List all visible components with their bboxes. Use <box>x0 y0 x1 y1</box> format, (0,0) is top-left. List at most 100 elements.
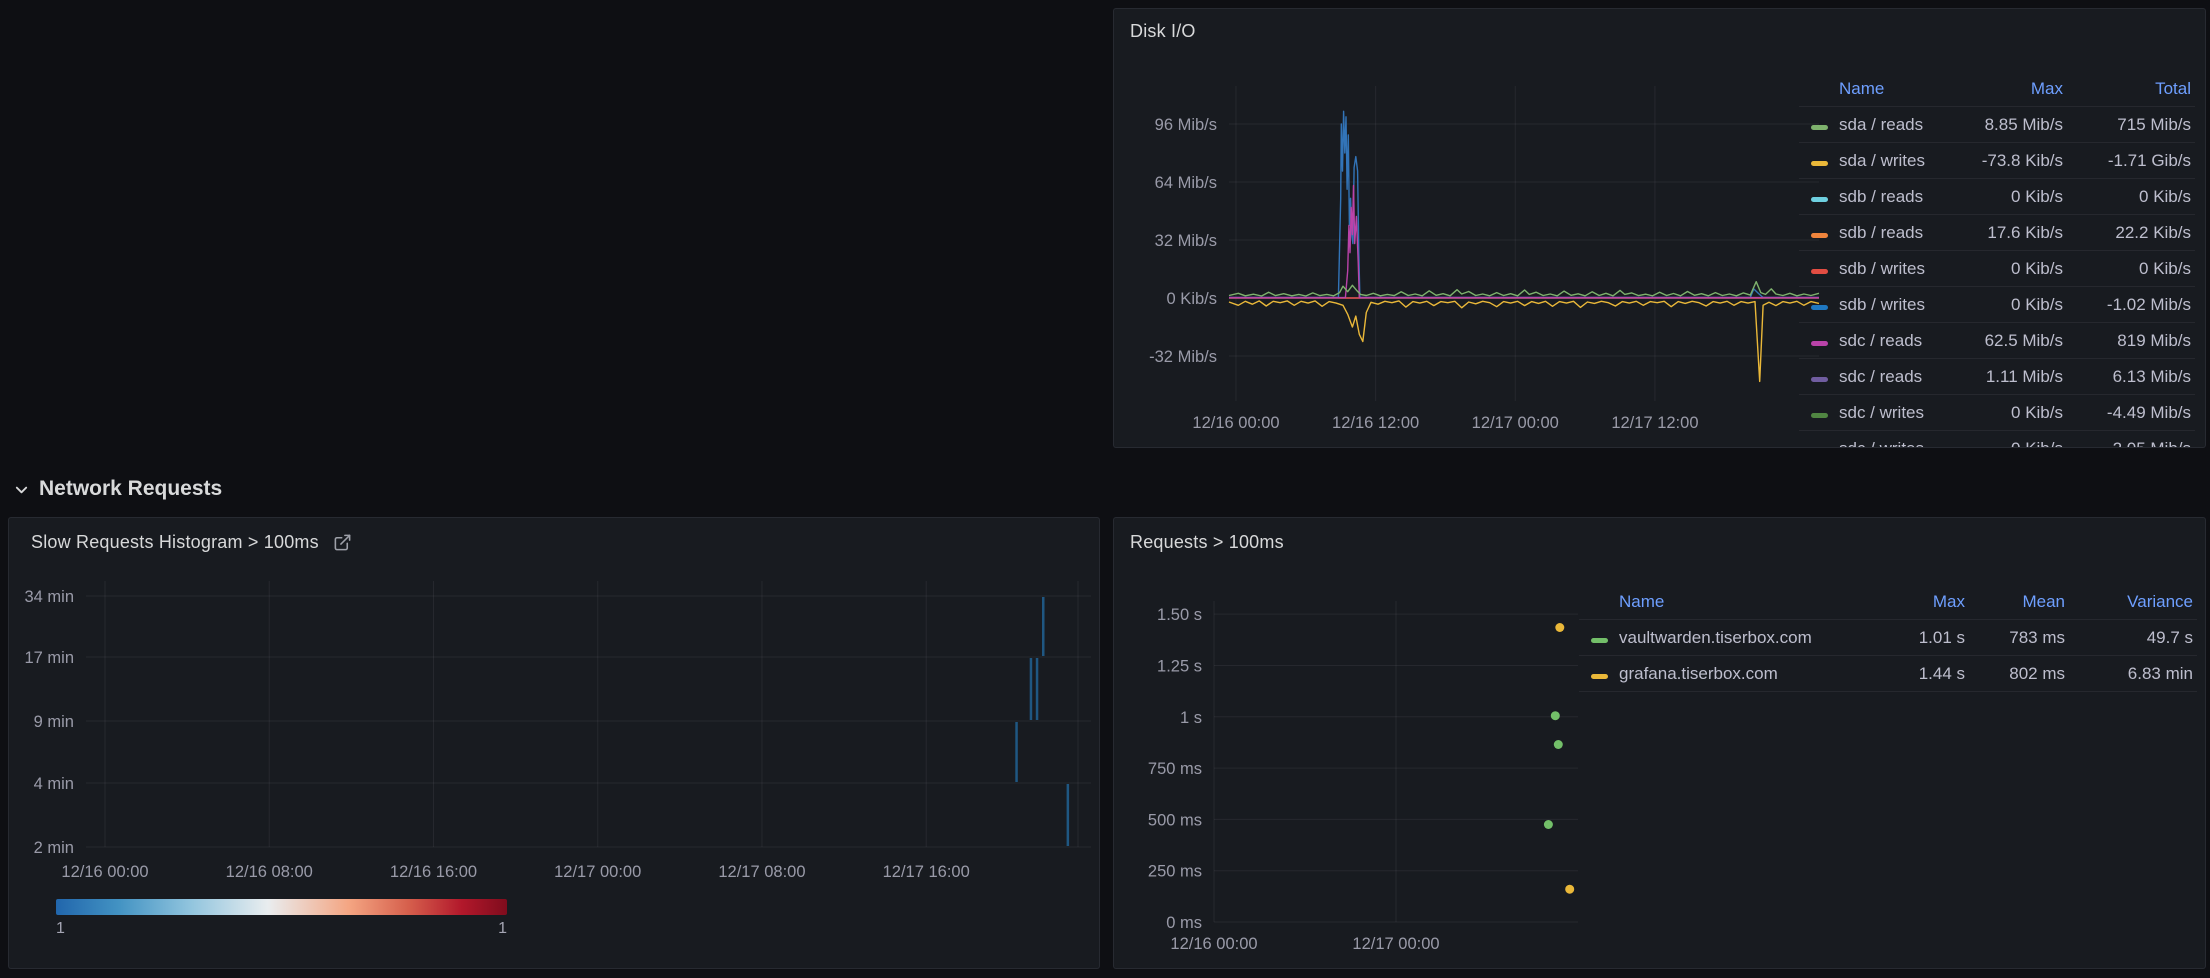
y-tick-label: 32 Mib/s <box>1155 232 1217 250</box>
legend-col-mean[interactable]: Mean <box>1969 592 2069 612</box>
legend-cell-name: sdb / reads <box>1835 223 1955 243</box>
scatter-point[interactable] <box>1544 820 1553 829</box>
legend-cell-name: sdc / writes <box>1835 439 1955 449</box>
legend-cell-total: -2.05 Mib/s <box>2067 439 2195 449</box>
series-color-swatch <box>1811 125 1828 130</box>
legend-col-name[interactable]: Name <box>1615 592 1873 612</box>
legend-row[interactable]: sdb / writes0 Kib/s-1.02 Mib/s <box>1799 287 2195 323</box>
legend-cell-total: 715 Mib/s <box>2067 115 2195 135</box>
colorbar-min: 1 <box>56 920 65 938</box>
heatmap-cell[interactable] <box>1030 658 1033 720</box>
heatmap-colorbar-labels: 1 1 <box>56 920 507 938</box>
y-tick-label: 9 min <box>34 713 74 731</box>
legend-row[interactable]: sda / writes-73.8 Kib/s-1.71 Gib/s <box>1799 143 2195 179</box>
legend-cell-total: -1.02 Mib/s <box>2067 295 2195 315</box>
x-tick-label: 12/16 08:00 <box>226 863 313 881</box>
legend-row[interactable]: sda / reads8.85 Mib/s715 Mib/s <box>1799 107 2195 143</box>
scatter-point[interactable] <box>1565 885 1574 894</box>
legend-row[interactable]: sdc / writes0 Kib/s-2.05 Mib/s <box>1799 431 2195 448</box>
y-tick-label: 750 ms <box>1148 760 1202 778</box>
panel-title-slow-requests[interactable]: Slow Requests Histogram > 100ms <box>31 532 352 553</box>
panel-title-disk-io[interactable]: Disk I/O <box>1130 21 1196 42</box>
x-tick-label: 12/17 12:00 <box>1611 414 1698 432</box>
legend-row[interactable]: sdb / reads17.6 Kib/s22.2 Kib/s <box>1799 215 2195 251</box>
x-tick-label: 12/17 16:00 <box>883 863 970 881</box>
legend-rows: sda / reads8.85 Mib/s715 Mib/ssda / writ… <box>1799 107 2195 448</box>
requests-scatter-chart[interactable]: 12/16 00:0012/17 00:001.50 s1.25 s1 s750… <box>1214 601 1578 922</box>
x-tick-label: 12/16 00:00 <box>61 863 148 881</box>
legend-cell-total: 0 Kib/s <box>2067 259 2195 279</box>
legend-col-total[interactable]: Total <box>2067 79 2195 99</box>
legend-col-max[interactable]: Max <box>1873 592 1969 612</box>
legend-cell-max: 8.85 Mib/s <box>1955 115 2067 135</box>
series-color-swatch <box>1811 341 1828 346</box>
heatmap-colorbar <box>56 899 507 915</box>
legend-cell-max: 1.01 s <box>1873 628 1969 648</box>
legend-row[interactable]: sdc / reads62.5 Mib/s819 Mib/s <box>1799 323 2195 359</box>
legend-cell-name: vaultwarden.tiserbox.com <box>1615 628 1873 648</box>
series-color-swatch <box>1591 638 1608 643</box>
legend-cell-max: 0 Kib/s <box>1955 439 2067 449</box>
legend-row[interactable]: sdc / writes0 Kib/s-4.49 Mib/s <box>1799 395 2195 431</box>
legend-col-variance[interactable]: Variance <box>2069 592 2197 612</box>
legend-row[interactable]: sdb / writes0 Kib/s0 Kib/s <box>1799 251 2195 287</box>
x-tick-label: 12/16 00:00 <box>1192 414 1279 432</box>
section-row-network-requests[interactable]: Network Requests <box>14 472 222 506</box>
legend-cell-variance: 49.7 s <box>2069 628 2197 648</box>
series-line <box>1229 282 1819 296</box>
legend-cell-name: sdb / reads <box>1835 187 1955 207</box>
heatmap-cell[interactable] <box>1015 722 1018 782</box>
grid <box>1214 601 1578 922</box>
legend-cell-name: sdb / writes <box>1835 259 1955 279</box>
legend-row[interactable]: sdc / reads1.11 Mib/s6.13 Mib/s <box>1799 359 2195 395</box>
scatter-point[interactable] <box>1551 711 1560 720</box>
legend-row[interactable]: grafana.tiserbox.com1.44 s802 ms6.83 min <box>1579 656 2197 692</box>
legend-cell-total: 819 Mib/s <box>2067 331 2195 351</box>
series-color-swatch <box>1811 269 1828 274</box>
legend-cell-max: -73.8 Kib/s <box>1955 151 2067 171</box>
x-tick-label: 12/17 08:00 <box>718 863 805 881</box>
scatter-points <box>1544 623 1574 894</box>
legend-cell-total: -1.71 Gib/s <box>2067 151 2195 171</box>
series-color-swatch <box>1811 413 1828 418</box>
heatmap-cell[interactable] <box>1067 784 1070 846</box>
legend-row[interactable]: sdb / reads0 Kib/s0 Kib/s <box>1799 179 2195 215</box>
disk-io-legend: Name Max Total sda / reads8.85 Mib/s715 … <box>1799 71 2195 448</box>
y-tick-label: 2 min <box>34 839 74 857</box>
legend-row[interactable]: vaultwarden.tiserbox.com1.01 s783 ms49.7… <box>1579 620 2197 656</box>
y-tick-label: 1 s <box>1180 709 1202 727</box>
legend-cell-total: 6.13 Mib/s <box>2067 367 2195 387</box>
series-line <box>1229 111 1819 297</box>
external-link-icon[interactable] <box>333 533 352 552</box>
heatmap-cell[interactable] <box>1036 658 1039 720</box>
slow-requests-heatmap-chart[interactable]: 12/16 00:0012/16 08:0012/16 16:0012/17 0… <box>86 581 1091 847</box>
legend-cell-name: sdc / reads <box>1835 367 1955 387</box>
series-line <box>1229 186 1819 298</box>
x-tick-label: 12/17 00:00 <box>554 863 641 881</box>
x-tick-label: 12/16 16:00 <box>390 863 477 881</box>
legend-cell-total: -4.49 Mib/s <box>2067 403 2195 423</box>
heatmap-cell[interactable] <box>1042 597 1045 656</box>
legend-cell-name: grafana.tiserbox.com <box>1615 664 1873 684</box>
grafana-dashboard: Disk I/O 12/16 00:0012/16 12:0012/17 00:… <box>0 0 2210 978</box>
y-tick-label: -32 Mib/s <box>1149 348 1217 366</box>
panel-title-requests[interactable]: Requests > 100ms <box>1130 532 1284 553</box>
series-lines <box>1229 111 1819 381</box>
section-title: Network Requests <box>39 477 222 501</box>
y-tick-label: 4 min <box>34 775 74 793</box>
panel-slow-requests-histogram: Slow Requests Histogram > 100ms 12/16 00… <box>8 517 1100 969</box>
legend-cell-max: 0 Kib/s <box>1955 187 2067 207</box>
disk-io-chart[interactable]: 12/16 00:0012/16 12:0012/17 00:0012/17 1… <box>1229 86 1819 401</box>
colorbar-max: 1 <box>498 920 507 938</box>
y-tick-label: 250 ms <box>1148 863 1202 881</box>
panel-disk-io: Disk I/O 12/16 00:0012/16 12:0012/17 00:… <box>1113 8 2206 448</box>
scatter-point[interactable] <box>1555 623 1564 632</box>
scatter-point[interactable] <box>1554 740 1563 749</box>
legend-cell-mean: 802 ms <box>1969 664 2069 684</box>
legend-cell-name: sdc / writes <box>1835 403 1955 423</box>
x-tick-label: 12/17 00:00 <box>1472 414 1559 432</box>
legend-col-name[interactable]: Name <box>1835 79 1955 99</box>
legend-col-max[interactable]: Max <box>1955 79 2067 99</box>
legend-cell-mean: 783 ms <box>1969 628 2069 648</box>
legend-cell-name: sda / writes <box>1835 151 1955 171</box>
